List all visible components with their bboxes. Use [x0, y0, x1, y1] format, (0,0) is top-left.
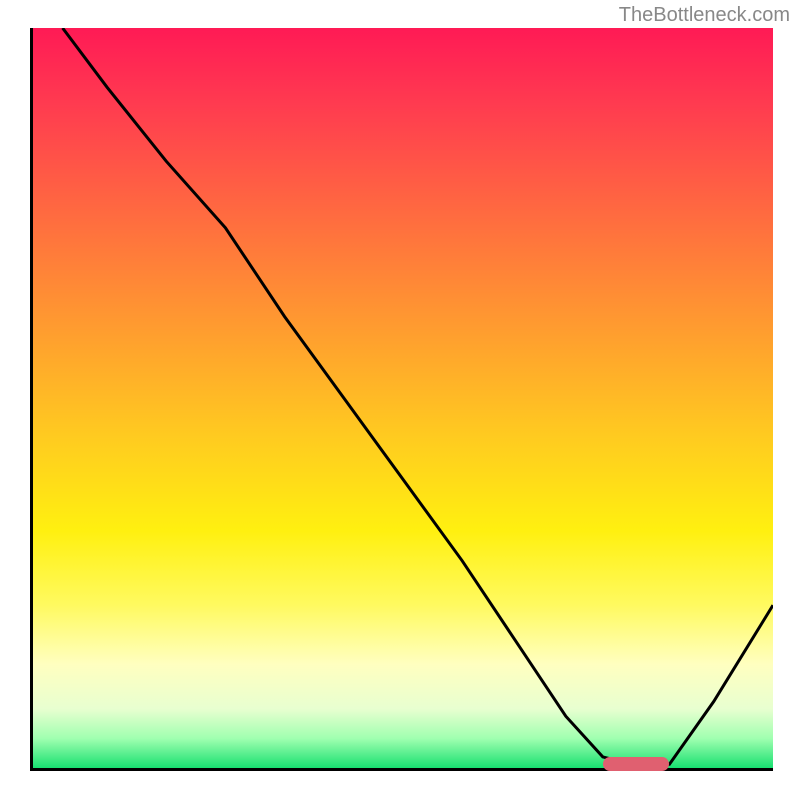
watermark-text: TheBottleneck.com — [619, 4, 790, 27]
optimal-marker — [603, 757, 670, 771]
curve-path — [63, 28, 773, 764]
curve-svg — [33, 28, 773, 768]
plot-area — [30, 28, 773, 771]
